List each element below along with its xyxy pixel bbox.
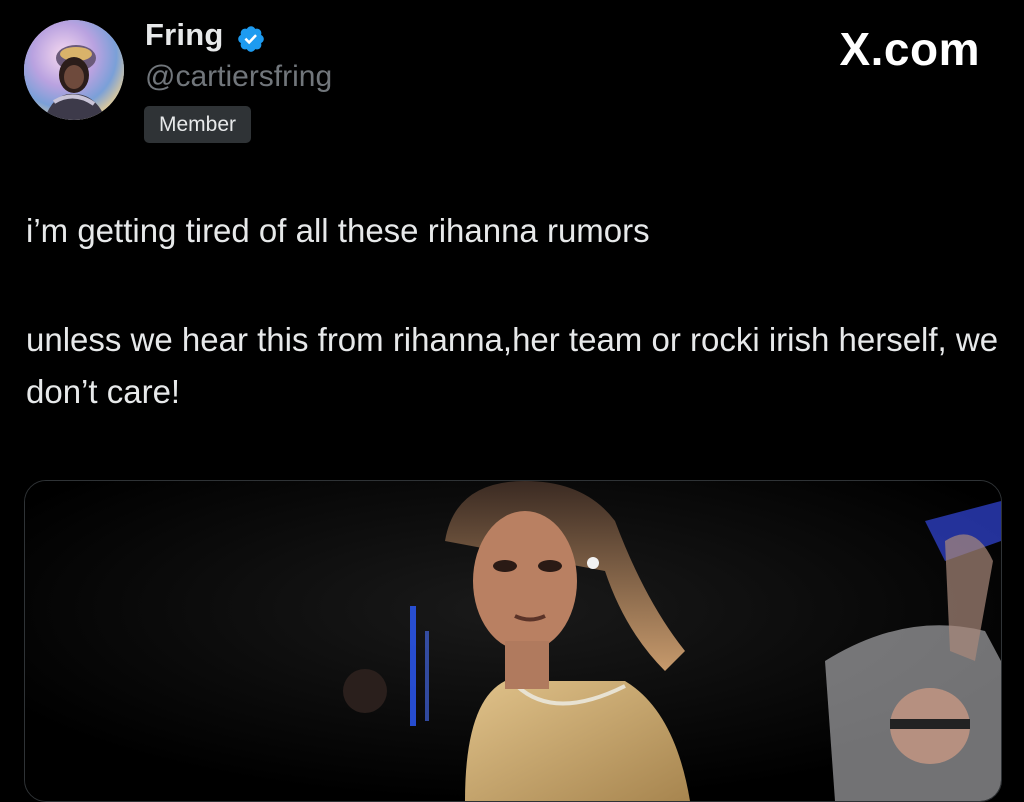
site-logo: X.com [839,23,980,75]
avatar[interactable] [24,20,124,120]
avatar-image [24,20,124,120]
author-handle[interactable]: @cartiersfring [145,60,332,94]
tweet-media-card[interactable] [24,480,1002,802]
media-image [25,481,1001,801]
member-badge: Member [144,106,252,143]
tweet-text-paragraph: unless we hear this from rihanna,her tea… [26,321,999,410]
tweet-text-paragraph: i’m getting tired of all these rihanna r… [26,212,650,249]
verified-badge-icon [238,26,264,52]
author-display-name[interactable]: Fring [145,17,224,53]
